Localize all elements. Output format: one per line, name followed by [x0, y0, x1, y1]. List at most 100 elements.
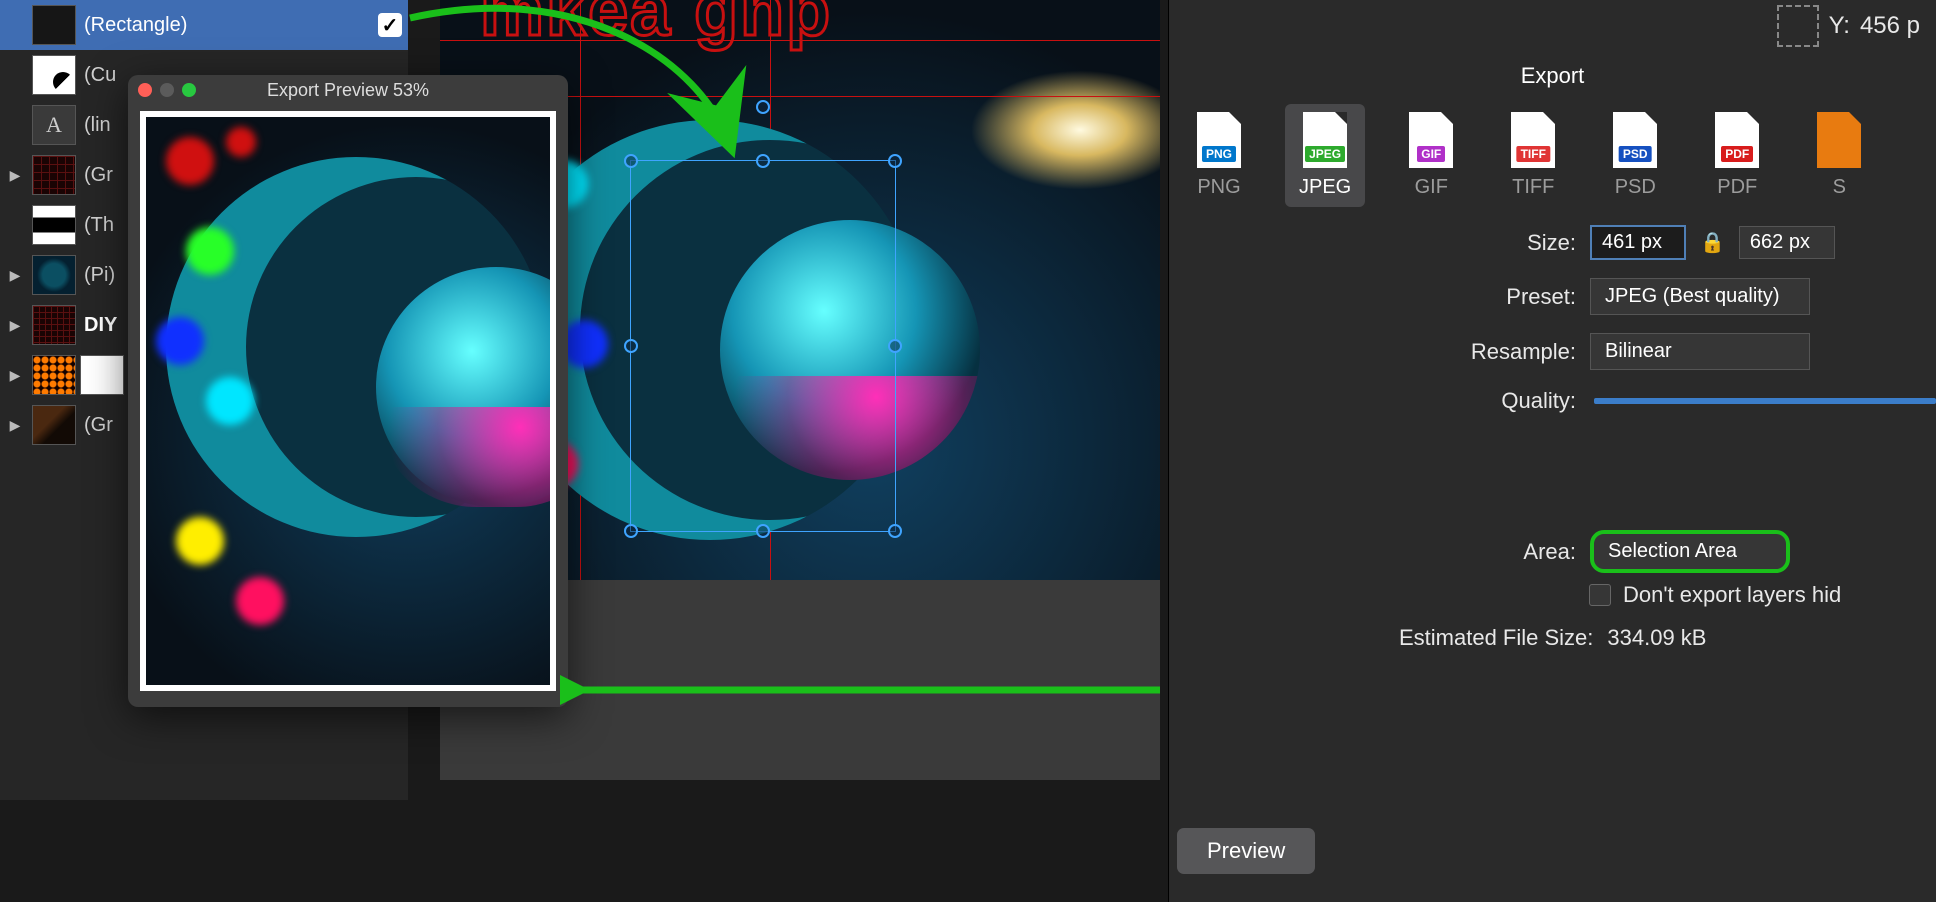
disclosure-icon[interactable]: ▶	[6, 167, 24, 184]
resample-label: Resample:	[1376, 339, 1576, 365]
format-pdf[interactable]: PDF PDF	[1701, 104, 1773, 207]
resample-row: Resample: Bilinear	[1376, 333, 1936, 370]
selection-rotate-handle[interactable]	[756, 100, 770, 114]
y-label: Y:	[1829, 12, 1850, 40]
hide-layers-checkbox[interactable]	[1589, 584, 1611, 606]
disclosure-icon[interactable]: ▶	[6, 317, 24, 334]
resample-value: Bilinear	[1605, 340, 1672, 363]
area-label: Area:	[1376, 539, 1576, 565]
preset-dropdown[interactable]: JPEG (Best quality)	[1590, 278, 1810, 315]
tiff-file-icon: TIFF	[1511, 112, 1555, 168]
preset-value: JPEG (Best quality)	[1605, 285, 1780, 308]
preview-window-title: Export Preview 53%	[267, 80, 429, 101]
layer-thumb	[32, 355, 76, 395]
layer-thumb	[32, 205, 76, 245]
area-dropdown[interactable]: Selection Area	[1590, 530, 1790, 573]
quality-label: Quality:	[1376, 388, 1576, 414]
est-label: Estimated File Size:	[1399, 625, 1593, 651]
area-value: Selection Area	[1608, 540, 1737, 563]
layer-thumb	[32, 255, 76, 295]
guide-horizontal[interactable]	[440, 40, 1160, 41]
area-row: Area: Selection Area	[1376, 530, 1936, 573]
svg-file-icon	[1817, 112, 1861, 168]
disclosure-icon[interactable]: ▶	[6, 267, 24, 284]
format-label: PSD	[1615, 176, 1656, 199]
layer-thumb	[32, 305, 76, 345]
format-label: S	[1833, 176, 1846, 199]
format-label: TIFF	[1512, 176, 1554, 199]
quality-row: Quality:	[1376, 388, 1936, 414]
quality-slider[interactable]	[1594, 398, 1936, 404]
bokeh-dot	[226, 127, 256, 157]
selection-handle-s[interactable]	[756, 524, 770, 538]
selection-handle-n[interactable]	[756, 154, 770, 168]
layer-thumb	[32, 405, 76, 445]
format-label: GIF	[1415, 176, 1448, 199]
hide-layers-label: Don't export layers hid	[1623, 582, 1841, 608]
export-preview-window[interactable]: Export Preview 53%	[128, 75, 568, 707]
selection-handle-e[interactable]	[888, 339, 902, 353]
selection-handle-sw[interactable]	[624, 524, 638, 538]
size-label: Size:	[1376, 230, 1576, 256]
format-svg[interactable]: S	[1803, 104, 1875, 207]
preview-titlebar[interactable]: Export Preview 53%	[128, 75, 568, 105]
lock-icon[interactable]: 🔒	[1700, 230, 1725, 255]
layer-name: (Rectangle)	[84, 14, 370, 37]
export-panel: Y: 456 p Export PNG PNG JPEG JPEG GIF GI…	[1168, 0, 1936, 902]
selection-handle-w[interactable]	[624, 339, 638, 353]
hide-layers-row: Don't export layers hid	[1589, 582, 1936, 608]
layer-thumb: A	[32, 105, 76, 145]
y-value: 456 p	[1860, 12, 1920, 40]
bokeh-dot	[236, 577, 284, 625]
est-value: 334.09 kB	[1607, 625, 1706, 651]
outlined-text: mkea gnp	[480, 0, 832, 52]
format-label: PDF	[1717, 176, 1757, 199]
disclosure-icon[interactable]: ▶	[6, 367, 24, 384]
resample-dropdown[interactable]: Bilinear	[1590, 333, 1810, 370]
estimated-file-size-row: Estimated File Size: 334.09 kB	[1399, 625, 1936, 651]
export-settings: Size: 461 px 🔒 662 px Preset: JPEG (Best…	[1376, 225, 1936, 573]
size-height-input[interactable]: 662 px	[1739, 226, 1835, 259]
layer-thumb	[32, 5, 76, 45]
format-row: PNG PNG JPEG JPEG GIF GIF TIFF TIFF PSD …	[1169, 100, 1936, 210]
bokeh-dot	[156, 317, 204, 365]
psd-file-icon: PSD	[1613, 112, 1657, 168]
preview-button[interactable]: Preview	[1177, 828, 1315, 874]
selection-handle-se[interactable]	[888, 524, 902, 538]
format-png[interactable]: PNG PNG	[1183, 104, 1255, 207]
layer-thumb	[32, 55, 76, 95]
disclosure-icon[interactable]: ▶	[6, 417, 24, 434]
selection-handle-ne[interactable]	[888, 154, 902, 168]
size-width-input[interactable]: 461 px	[1590, 225, 1686, 260]
preview-body	[140, 111, 556, 691]
bokeh-dot	[176, 517, 224, 565]
format-label: PNG	[1197, 176, 1240, 199]
preview-artwork	[146, 117, 550, 685]
preset-row: Preset: JPEG (Best quality)	[1376, 278, 1936, 315]
layer-visibility-checkbox[interactable]: ✓	[378, 13, 402, 37]
layer-row-rectangle[interactable]: (Rectangle) ✓	[0, 0, 408, 50]
coordinate-bar: Y: 456 p	[1761, 0, 1936, 52]
jpeg-file-icon: JPEG	[1303, 112, 1347, 168]
bokeh-dot	[186, 227, 234, 275]
format-label: JPEG	[1299, 176, 1351, 199]
selection-indicator-icon	[1777, 5, 1819, 47]
selection-handle-nw[interactable]	[624, 154, 638, 168]
selection-box[interactable]	[630, 160, 896, 532]
format-psd[interactable]: PSD PSD	[1599, 104, 1671, 207]
layer-mask	[80, 355, 124, 395]
preset-label: Preset:	[1376, 284, 1576, 310]
layer-thumb	[32, 155, 76, 195]
pdf-file-icon: PDF	[1715, 112, 1759, 168]
format-tiff[interactable]: TIFF TIFF	[1497, 104, 1569, 207]
format-jpeg[interactable]: JPEG JPEG	[1285, 104, 1365, 207]
bokeh-dot	[166, 137, 214, 185]
format-gif[interactable]: GIF GIF	[1395, 104, 1467, 207]
bokeh-dot	[206, 377, 254, 425]
size-row: Size: 461 px 🔒 662 px	[1376, 225, 1936, 260]
minimize-icon[interactable]	[160, 83, 174, 97]
png-file-icon: PNG	[1197, 112, 1241, 168]
zoom-icon[interactable]	[182, 83, 196, 97]
export-title: Export	[1169, 63, 1936, 89]
close-icon[interactable]	[138, 83, 152, 97]
